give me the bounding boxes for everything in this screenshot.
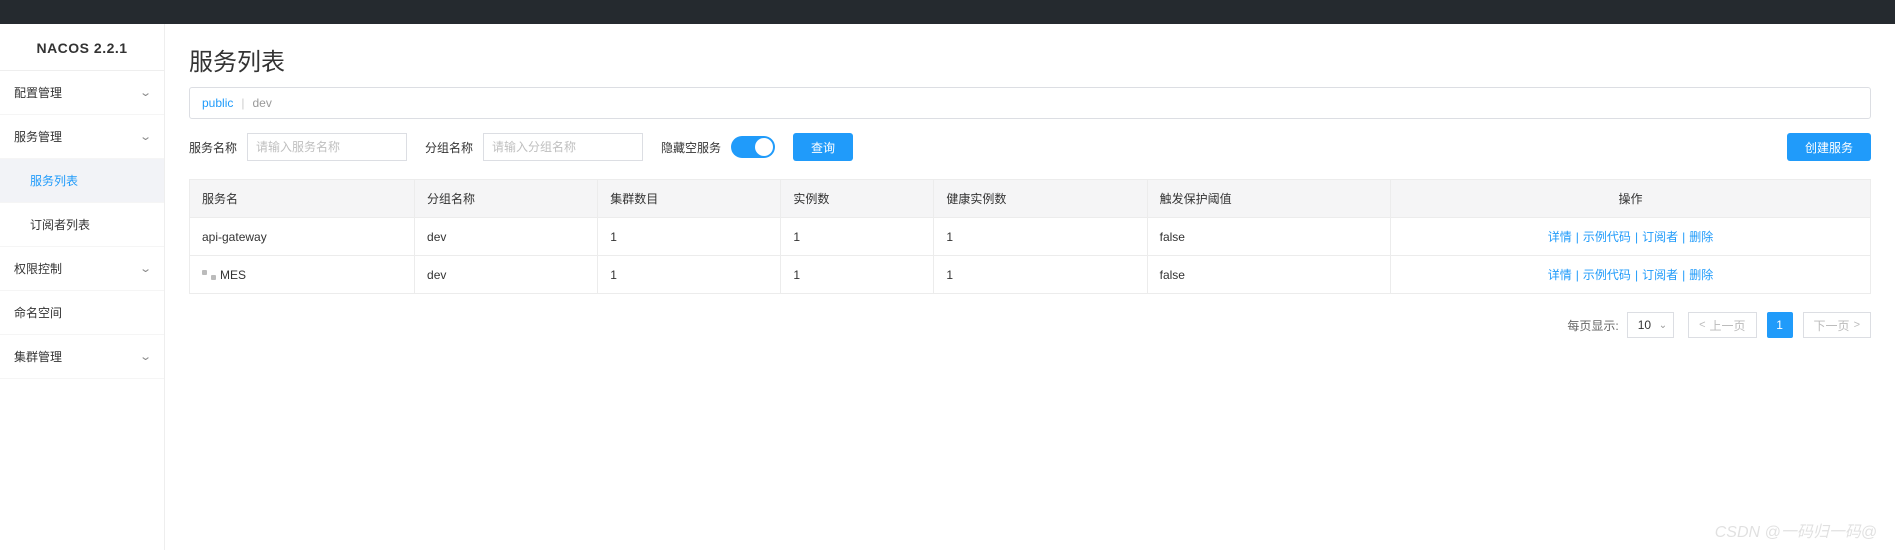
page-size-value: 10 xyxy=(1638,318,1651,332)
sidebar-item[interactable]: 配置管理 ⌄ xyxy=(0,71,164,115)
table-ops-cell: 详情|示例代码|订阅者|删除 xyxy=(1391,218,1871,256)
table-header: 集群数目 xyxy=(598,180,781,218)
table-header: 实例数 xyxy=(781,180,934,218)
tab-divider: | xyxy=(241,96,244,110)
table-cell: 1 xyxy=(934,256,1147,294)
group-name-input[interactable] xyxy=(483,133,643,161)
per-page-label: 每页显示: xyxy=(1567,317,1618,334)
delete-link[interactable]: 删除 xyxy=(1689,268,1713,282)
hide-empty-label: 隐藏空服务 xyxy=(661,139,721,156)
chevron-down-icon: ⌄ xyxy=(1659,320,1667,331)
sidebar-item-label: 配置管理 xyxy=(14,84,62,101)
chevron-down-icon: ⌄ xyxy=(139,262,152,275)
pagination: 每页显示: 10 ⌄ < 上一页 1 下一页 > xyxy=(189,312,1871,338)
table-header: 操作 xyxy=(1391,180,1871,218)
sidebar-item-label: 服务管理 xyxy=(14,128,62,145)
sidebar-subitem[interactable]: 订阅者列表 xyxy=(0,203,164,247)
sidebar-item-label: 权限控制 xyxy=(14,260,62,277)
service-name-label: 服务名称 xyxy=(189,139,237,156)
page-number-current[interactable]: 1 xyxy=(1767,312,1793,338)
sidebar-item[interactable]: 命名空间 xyxy=(0,291,164,335)
sidebar-item-label: 命名空间 xyxy=(14,304,62,321)
table-cell: 1 xyxy=(934,218,1147,256)
sidebar-item[interactable]: 集群管理 ⌄ xyxy=(0,335,164,379)
sidebar-item-label: 集群管理 xyxy=(14,348,62,365)
table-cell: false xyxy=(1147,218,1390,256)
service-table: 服务名分组名称集群数目实例数健康实例数触发保护阈值操作 api-gatewayd… xyxy=(189,179,1871,294)
table-header: 分组名称 xyxy=(415,180,598,218)
sidebar-item[interactable]: 服务管理 ⌄ xyxy=(0,115,164,159)
tab-public[interactable]: public xyxy=(202,96,233,110)
table-cell: dev xyxy=(415,256,598,294)
hide-empty-toggle[interactable] xyxy=(731,136,775,158)
table-header: 触发保护阈值 xyxy=(1147,180,1390,218)
table-cell: 1 xyxy=(781,218,934,256)
table-row: MESdev111false详情|示例代码|订阅者|删除 xyxy=(190,256,1871,294)
chevron-down-icon: ⌄ xyxy=(139,86,152,99)
sidebar-subitem[interactable]: 服务列表 xyxy=(0,159,164,203)
brand-title: NACOS 2.2.1 xyxy=(0,24,164,71)
table-header: 健康实例数 xyxy=(934,180,1147,218)
sample-code-link[interactable]: 示例代码 xyxy=(1583,230,1631,244)
sidebar-item[interactable]: 权限控制 ⌄ xyxy=(0,247,164,291)
next-page-button[interactable]: 下一页 > xyxy=(1803,312,1871,338)
create-service-button[interactable]: 创建服务 xyxy=(1787,133,1871,161)
namespace-tabs: public | dev xyxy=(189,87,1871,119)
sample-code-link[interactable]: 示例代码 xyxy=(1583,268,1631,282)
table-cell: api-gateway xyxy=(190,218,415,256)
filter-bar: 服务名称 分组名称 隐藏空服务 查询 创建服务 xyxy=(189,133,1871,161)
service-name-input[interactable] xyxy=(247,133,407,161)
table-row: api-gatewaydev111false详情|示例代码|订阅者|删除 xyxy=(190,218,1871,256)
main-content: 服务列表 public | dev 服务名称 分组名称 隐藏空服务 查询 创建服… xyxy=(165,24,1895,550)
sidebar: NACOS 2.2.1 配置管理 ⌄ 服务管理 ⌄ 服务列表订阅者列表权限控制 ⌄ 命名空间… xyxy=(0,24,165,550)
tab-dev[interactable]: dev xyxy=(252,96,271,110)
table-cell: 1 xyxy=(598,218,781,256)
detail-link[interactable]: 详情 xyxy=(1548,268,1572,282)
detail-link[interactable]: 详情 xyxy=(1548,230,1572,244)
chevron-down-icon: ⌄ xyxy=(139,350,152,363)
table-cell: MES xyxy=(190,256,415,294)
service-icon xyxy=(202,270,216,280)
table-cell: 1 xyxy=(781,256,934,294)
table-ops-cell: 详情|示例代码|订阅者|删除 xyxy=(1391,256,1871,294)
chevron-down-icon: ⌄ xyxy=(139,130,152,143)
chevron-right-icon: > xyxy=(1854,319,1860,331)
table-cell: dev xyxy=(415,218,598,256)
prev-page-button[interactable]: < 上一页 xyxy=(1688,312,1756,338)
group-name-label: 分组名称 xyxy=(425,139,473,156)
table-cell: false xyxy=(1147,256,1390,294)
query-button[interactable]: 查询 xyxy=(793,133,853,161)
table-cell: 1 xyxy=(598,256,781,294)
table-header: 服务名 xyxy=(190,180,415,218)
chevron-left-icon: < xyxy=(1699,319,1705,331)
page-size-select[interactable]: 10 ⌄ xyxy=(1627,312,1674,338)
watermark: CSDN @一码归一码@ xyxy=(1715,518,1877,542)
delete-link[interactable]: 删除 xyxy=(1689,230,1713,244)
subscriber-link[interactable]: 订阅者 xyxy=(1642,268,1678,282)
top-bar xyxy=(0,0,1895,24)
subscriber-link[interactable]: 订阅者 xyxy=(1642,230,1678,244)
page-title: 服务列表 xyxy=(189,42,1871,77)
